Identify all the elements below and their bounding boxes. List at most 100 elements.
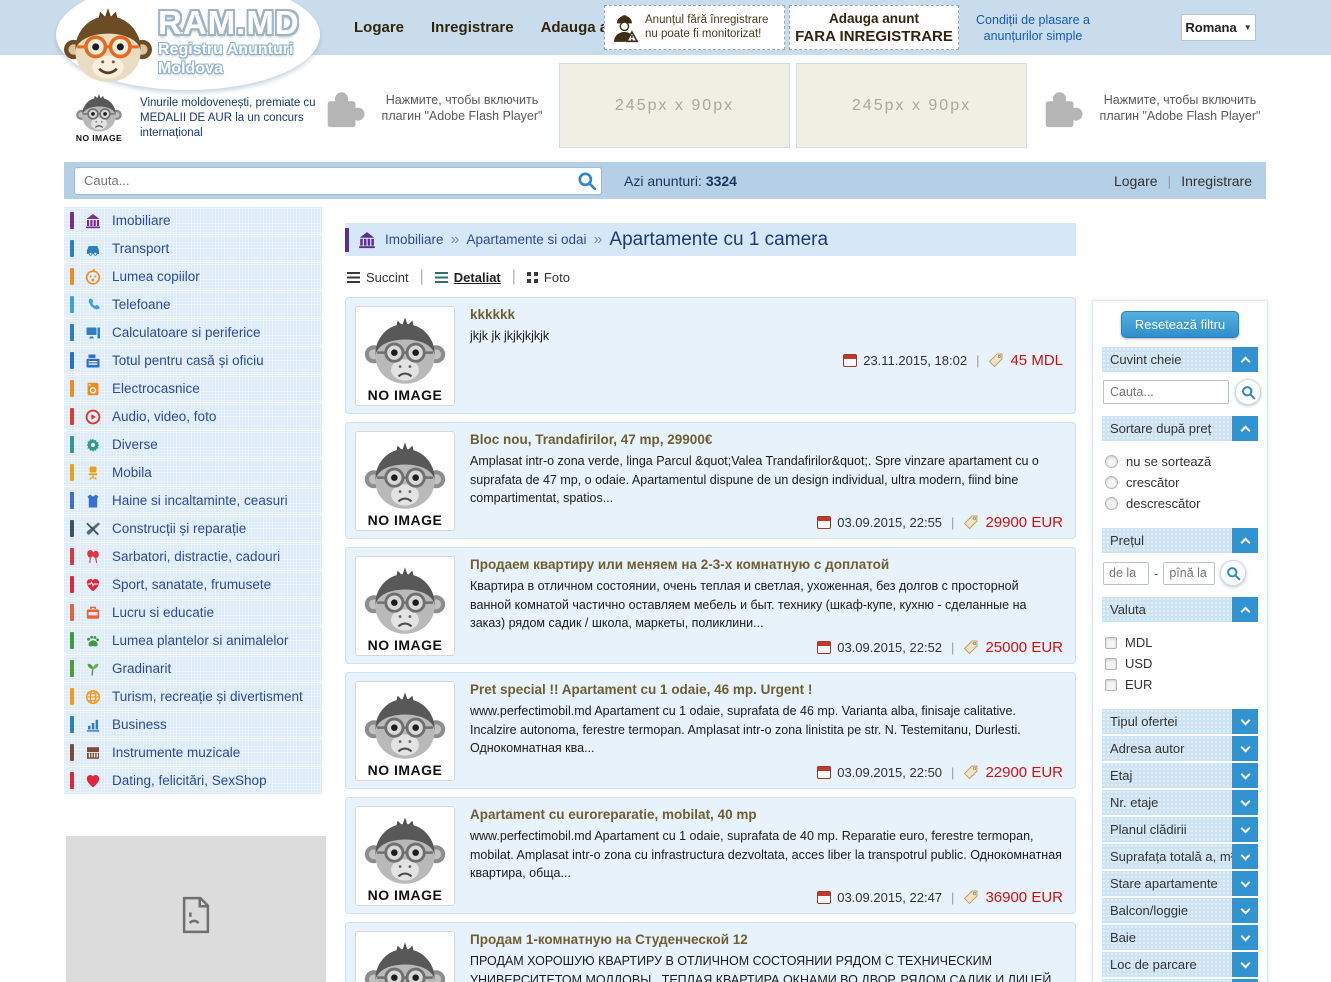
filter-header-stare-apartamente[interactable]: Stare apartamente (1102, 871, 1258, 896)
sidebar-item-instrumente-muzicale[interactable]: Instrumente muzicale (64, 739, 322, 766)
collapse-toggle[interactable] (1232, 416, 1258, 441)
login-link[interactable]: Logare (1114, 173, 1158, 189)
price-to-input[interactable] (1163, 562, 1215, 585)
currency-checkbox-eur[interactable]: EUR (1105, 677, 1257, 692)
warning-notice-box[interactable]: Anunțul fără înregistrare nu poate fi mo… (604, 5, 785, 50)
nav-inregistrare[interactable]: Inregistrare (431, 19, 514, 36)
filter-header-valuta[interactable]: Valuta (1102, 597, 1258, 622)
filter-header-baie[interactable]: Baie (1102, 925, 1258, 950)
radio-icon[interactable] (1105, 497, 1118, 510)
breadcrumb-parent[interactable]: Apartamente si odai (466, 232, 586, 247)
filter-header-cuvint-cheie[interactable]: Cuvint cheie (1102, 347, 1258, 372)
checkbox-icon[interactable] (1105, 679, 1117, 691)
tab-succint[interactable]: Succint (347, 270, 409, 285)
checkbox-icon[interactable] (1105, 637, 1117, 649)
expand-toggle[interactable] (1232, 952, 1258, 977)
language-select[interactable]: Romana ▼ (1181, 14, 1256, 41)
sidebar-item-lumea-plantelor-si-animalelor[interactable]: Lumea plantelor si animalelor (64, 627, 322, 654)
flash-plugin-notice-left[interactable]: Нажмите, чтобы включить плагин "Adobe Fl… (320, 85, 548, 131)
expand-toggle[interactable] (1232, 871, 1258, 896)
filter-header-nr-etaje[interactable]: Nr. etaje (1102, 790, 1258, 815)
filter-header-label: Tipul ofertei (1110, 714, 1177, 729)
sort-radio-1[interactable]: crescător (1105, 475, 1257, 490)
tab-foto[interactable]: Foto (527, 270, 570, 285)
register-link[interactable]: Inregistrare (1181, 173, 1252, 189)
filter-header-adresa-autor[interactable]: Adresa autor (1102, 736, 1258, 761)
sidebar-item-telefoane[interactable]: Telefoane (64, 291, 322, 318)
sidebar-item-mobila[interactable]: Mobila (64, 459, 322, 486)
filter-header-planul-cladirii[interactable]: Planul clădirii (1102, 817, 1258, 842)
checkbox-icon[interactable] (1105, 658, 1117, 670)
sidebar-item-dating-felicitari-sexshop[interactable]: Dating, felicitări, SexShop (64, 767, 322, 794)
expand-toggle[interactable] (1232, 844, 1258, 869)
sidebar-item-sarbatori-distractie-cadouri[interactable]: Sarbatori, distractie, cadouri (64, 543, 322, 570)
breadcrumb-accent-bar (345, 228, 349, 252)
conditions-link[interactable]: Condiții de plasare a anunțurilor simple (965, 13, 1101, 44)
nav-logare[interactable]: Logare (354, 19, 404, 36)
expand-toggle[interactable] (1232, 736, 1258, 761)
collapse-toggle[interactable] (1232, 597, 1258, 622)
sidebar-item-transport[interactable]: Transport (64, 235, 322, 262)
currency-checkbox-mdl[interactable]: MDL (1105, 635, 1257, 650)
filter-header-balcon-loggie[interactable]: Balcon/loggie (1102, 898, 1258, 923)
filter-header-sortare[interactable]: Sortare după preț (1102, 416, 1258, 441)
listing-card[interactable]: NO IMAGEПродаем квартиру или меняем на 2… (345, 547, 1076, 664)
listing-title: Продам 1-комнатную на Студенческой 12 (470, 932, 1063, 947)
listing-card[interactable]: NO IMAGEBloc nou, Trandafirilor, 47 mp, … (345, 422, 1076, 539)
listing-card[interactable]: NO IMAGEApartament cu euroreparatie, mob… (345, 797, 1076, 914)
tab-detaliat[interactable]: Detaliat (435, 270, 501, 285)
logo-monkey-icon (64, 4, 152, 88)
sidebar-item-gradinarit[interactable]: Gradinarit (64, 655, 322, 682)
sidebar-item-lucru-si-educatie[interactable]: Lucru si educatie (64, 599, 322, 626)
sidebar-item-audio-video-foto[interactable]: Audio, video, foto (64, 403, 322, 430)
expand-toggle[interactable] (1232, 763, 1258, 788)
logo[interactable]: RAM.MD Registru Anunturi Moldova (62, 2, 320, 94)
radio-icon[interactable] (1105, 455, 1118, 468)
category-color-bar (70, 548, 74, 565)
sidebar-item-business[interactable]: Business (64, 711, 322, 738)
sort-radio-2[interactable]: descrescător (1105, 496, 1257, 511)
sidebar-item-diverse[interactable]: Diverse (64, 431, 322, 458)
filter-header-etaj[interactable]: Etaj (1102, 763, 1258, 788)
reset-filter-button-top[interactable]: Resetează filtru (1121, 311, 1239, 338)
category-color-bar (70, 632, 74, 649)
listing-card[interactable]: NO IMAGEПродам 1-комнатную на Студенческ… (345, 922, 1076, 982)
filter-header-tipul-ofertei[interactable]: Tipul ofertei (1102, 709, 1258, 734)
price-filter-search-button[interactable] (1220, 560, 1246, 586)
expand-toggle[interactable] (1232, 898, 1258, 923)
expand-toggle[interactable] (1232, 790, 1258, 815)
sidebar-item-haine-si-incaltaminte-ceasuri[interactable]: Haine si incaltaminte, ceasuri (64, 487, 322, 514)
category-color-bar (70, 688, 74, 705)
sidebar-item-electrocasnice[interactable]: Electrocasnice (64, 375, 322, 402)
expand-toggle[interactable] (1232, 925, 1258, 950)
filter-keyword-search-button[interactable] (1235, 379, 1261, 405)
collapse-toggle[interactable] (1232, 528, 1258, 553)
price-from-input[interactable] (1103, 562, 1149, 585)
listing-card[interactable]: NO IMAGEkkkkkkjkjk jk jkjkjkjkjk23.11.20… (345, 297, 1076, 414)
sort-radio-0[interactable]: nu se sortează (1105, 454, 1257, 469)
radio-icon[interactable] (1105, 476, 1118, 489)
expand-toggle[interactable] (1232, 709, 1258, 734)
flash-plugin-notice-right[interactable]: Нажмите, чтобы включить плагин "Adobe Fl… (1038, 85, 1266, 131)
filter-header-suprafata-totala-a-m2[interactable]: Suprafața totală a, m² (1102, 844, 1258, 869)
breadcrumb-root[interactable]: Imobiliare (385, 232, 444, 247)
sidebar-item-calculatoare-si-periferice[interactable]: Calculatoare si periferice (64, 319, 322, 346)
add-ad-without-registration-button[interactable]: Adauga anunt FARA INREGISTRARE (789, 5, 959, 50)
sidebar-item-constructii-si-reparatie[interactable]: Construcții și reparație (64, 515, 322, 542)
sidebar-item-lumea-copiilor[interactable]: Lumea copiilor (64, 263, 322, 290)
sidebar-item-turism-recreatie-si-divertisment[interactable]: Turism, recreație și divertisment (64, 683, 322, 710)
currency-checkbox-usd[interactable]: USD (1105, 656, 1257, 671)
filter-header-pretul[interactable]: Prețul (1102, 528, 1258, 553)
sidebar-item-totul-pentru-casa-si-oficiu[interactable]: Totul pentru casă și oficiu (64, 347, 322, 374)
sidebar-item-imobiliare[interactable]: Imobiliare (64, 207, 322, 234)
sidebar-item-sport-sanatate-frumusete[interactable]: Sport, sanatate, frumusete (64, 571, 322, 598)
filter-keyword-input[interactable] (1103, 380, 1229, 404)
calendar-icon (843, 354, 857, 367)
listing-card[interactable]: NO IMAGEPret special !! Apartament cu 1 … (345, 672, 1076, 789)
collapse-toggle[interactable] (1232, 347, 1258, 372)
wine-text-ad[interactable]: NO IMAGE Vinurile moldovenești, premiate… (67, 93, 317, 145)
search-input[interactable] (74, 167, 602, 195)
search-icon[interactable] (577, 171, 597, 191)
filter-header-loc-de-parcare[interactable]: Loc de parcare (1102, 952, 1258, 977)
expand-toggle[interactable] (1232, 817, 1258, 842)
